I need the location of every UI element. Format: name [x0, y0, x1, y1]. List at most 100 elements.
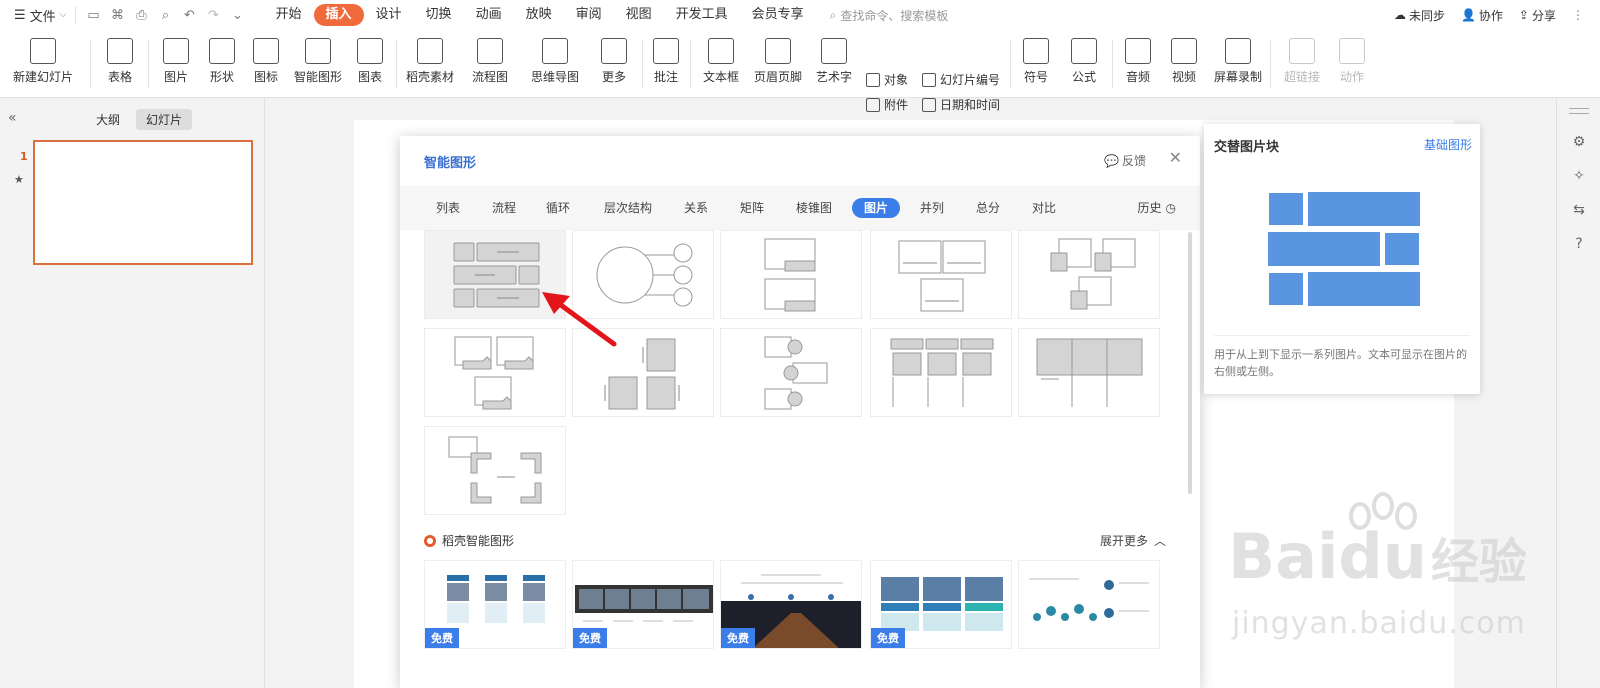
undo-icon[interactable]: ↶ [182, 7, 198, 23]
action-button[interactable]: 动作 [1334, 38, 1370, 85]
video-button[interactable]: 视频 [1164, 38, 1204, 85]
layout-picture-caption-list[interactable] [720, 230, 862, 319]
category-picture[interactable]: 图片 [852, 198, 901, 218]
category-list[interactable]: 列表 [436, 198, 460, 218]
template-card[interactable]: 免费 [720, 560, 862, 649]
smart-art-button[interactable]: 智能图形 [292, 38, 344, 85]
basic-shapes-link[interactable]: 基础图形 [1424, 136, 1472, 153]
tab-design[interactable]: 设计 [364, 4, 414, 26]
vertical-scrollbar[interactable] [1188, 232, 1192, 494]
header-footer-label: 页眉页脚 [753, 70, 802, 84]
help-icon[interactable]: ? [1571, 236, 1587, 252]
category-matrix[interactable]: 矩阵 [740, 198, 764, 218]
template-card[interactable]: 免费 [870, 560, 1012, 649]
sync-status[interactable]: ☁ 未同步 [1394, 7, 1445, 24]
smart-art-icon [305, 38, 331, 64]
layout-picture-grid-captions[interactable] [870, 230, 1012, 319]
formula-button[interactable]: 公式 [1064, 38, 1104, 85]
screen-record-button[interactable]: 屏幕录制 [1212, 38, 1264, 85]
layout-circle-accent-timeline[interactable] [720, 328, 862, 417]
category-pyramid[interactable]: 棱锥图 [796, 198, 832, 218]
layout-titled-picture-columns[interactable] [870, 328, 1012, 417]
feedback-button[interactable]: 💬 反馈 [1104, 152, 1146, 169]
layout-thumbnail [898, 240, 986, 312]
collaborate-button[interactable]: 👤 协作 [1461, 7, 1503, 24]
picture-button[interactable]: 图片 [156, 38, 196, 85]
history-button[interactable]: 历史 ◷ [1138, 198, 1177, 218]
docer-assets-button[interactable]: 稻壳素材 [404, 38, 456, 85]
tab-slideshow[interactable]: 放映 [514, 4, 564, 26]
attachment-button[interactable]: 附件 [866, 96, 908, 113]
tab-home[interactable]: 开始 [264, 4, 314, 26]
print-preview-icon[interactable]: ⌕ [158, 7, 174, 23]
icons-icon [253, 38, 279, 64]
tab-transitions[interactable]: 切换 [414, 4, 464, 26]
tab-insert[interactable]: 插入 [313, 4, 364, 26]
hyperlink-button[interactable]: 超链接 [1278, 38, 1326, 85]
icon-button[interactable]: 图标 [246, 38, 286, 85]
more-menu-icon[interactable]: ⋮ [1572, 8, 1584, 22]
redo-icon[interactable]: ↷ [206, 7, 222, 23]
slide-thumbnail[interactable] [33, 140, 253, 265]
new-slide-button[interactable]: 新建幻灯片 [10, 38, 76, 85]
tab-member[interactable]: 会员专享 [740, 4, 816, 26]
template-card[interactable]: 免费 [424, 560, 566, 649]
layout-bending-picture-accent[interactable] [1018, 230, 1160, 319]
wordart-label: 艺术字 [815, 70, 852, 84]
header-footer-button[interactable]: 页眉页脚 [752, 38, 804, 85]
command-search[interactable]: ⌕ 查找命令、搜索模板 [830, 7, 949, 24]
collapse-pane-icon[interactable]: « [8, 110, 17, 126]
transfer-icon[interactable]: ⇆ [1571, 202, 1587, 218]
audio-button[interactable]: 音频 [1118, 38, 1158, 85]
tab-outline[interactable]: 大纲 [86, 109, 130, 130]
object-button[interactable]: 对象 [866, 71, 908, 88]
tab-review[interactable]: 审阅 [564, 4, 614, 26]
top-right-actions: ☁ 未同步 👤 协作 ⇪ 分享 ⋮ [1394, 0, 1584, 30]
symbol-button[interactable]: 符号 [1016, 38, 1056, 85]
flowchart-button[interactable]: 流程图 [466, 38, 514, 85]
symbol-label: 符号 [1023, 70, 1048, 84]
tab-animations[interactable]: 动画 [464, 4, 514, 26]
table-button[interactable]: 表格 [100, 38, 140, 85]
textbox-button[interactable]: 文本框 [696, 38, 746, 85]
picture-placeholder-icon [1268, 272, 1304, 306]
tab-slides[interactable]: 幻灯片 [136, 109, 193, 130]
picture-label: 图片 [163, 70, 188, 84]
omega-icon [1023, 38, 1049, 64]
category-cycle[interactable]: 循环 [546, 198, 570, 218]
more-button[interactable]: 更多 [594, 38, 634, 85]
template-card[interactable]: 免费 [572, 560, 714, 649]
settings-sliders-icon[interactable]: ⚙ [1571, 134, 1587, 150]
tab-view[interactable]: 视图 [614, 4, 664, 26]
datetime-button[interactable]: 日期和时间 [922, 96, 1000, 113]
category-process[interactable]: 流程 [492, 198, 516, 218]
slide-number-button[interactable]: 幻灯片编号 [922, 71, 1000, 88]
formula-label: 公式 [1071, 70, 1096, 84]
category-hierarchy[interactable]: 层次结构 [604, 198, 652, 218]
pin-icon[interactable]: ✧ [1571, 168, 1587, 184]
save-icon[interactable]: ▭ [86, 7, 102, 23]
chart-button[interactable]: 图表 [350, 38, 390, 85]
mindmap-button[interactable]: 思维导图 [524, 38, 586, 85]
print-icon[interactable]: ⎙ [134, 7, 150, 23]
object-icon [866, 72, 880, 87]
hamburger-icon: ☰ [14, 7, 26, 23]
share-button[interactable]: ⇪ 分享 [1519, 7, 1556, 24]
category-parallel[interactable]: 并列 [920, 198, 944, 218]
tab-developer[interactable]: 开发工具 [664, 4, 740, 26]
layout-picture-frame-corners[interactable] [424, 426, 566, 515]
category-relationship[interactable]: 关系 [684, 198, 708, 218]
wordart-button[interactable]: 艺术字 [810, 38, 858, 85]
layout-continuous-picture-strip[interactable] [1018, 328, 1160, 417]
file-menu[interactable]: ☰ 文件 ⌵ [0, 0, 75, 30]
shape-button[interactable]: 形状 [202, 38, 242, 85]
close-icon[interactable]: ✕ [1169, 148, 1182, 167]
history-label: 历史 [1137, 201, 1162, 215]
format-painter-icon[interactable]: ⌘ [110, 7, 126, 23]
category-compare[interactable]: 对比 [1032, 198, 1056, 218]
category-total-partial[interactable]: 总分 [976, 198, 1000, 218]
template-card[interactable] [1018, 560, 1160, 649]
expand-more-button[interactable]: 展开更多 ︿ [1100, 532, 1166, 549]
customize-toolbar-icon[interactable]: ⌄ [230, 7, 246, 23]
comment-button[interactable]: 批注 [648, 38, 684, 85]
